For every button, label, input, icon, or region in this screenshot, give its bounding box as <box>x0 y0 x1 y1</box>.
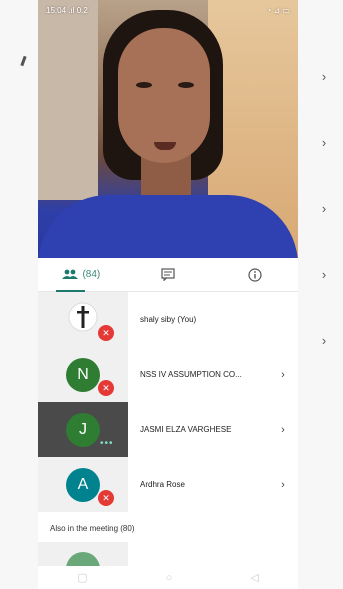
back-icon[interactable]: ◁ <box>250 571 258 584</box>
video-person-eye <box>136 82 152 88</box>
avatar <box>66 552 100 566</box>
participant-row[interactable]: A ✕ Ardhra Rose › <box>38 457 298 512</box>
chat-icon <box>161 268 175 281</box>
mic-off-icon: ✕ <box>98 380 114 396</box>
participant-row[interactable]: ✕ shaly siby (You) <box>38 292 298 347</box>
status-bar: 15:04 .ıl 0.2 ◔ ⊿ ▭ <box>38 0 298 20</box>
participant-thumbnail: A ✕ <box>38 457 128 512</box>
participant-count: (84) <box>82 269 101 280</box>
participant-row[interactable]: N ✕ NSS IV ASSUMPTION CO... › <box>38 347 298 402</box>
background-chevron-icon[interactable]: › <box>317 268 331 282</box>
status-left: 15:04 .ıl 0.2 <box>46 5 88 15</box>
tab-chat[interactable] <box>125 258 212 292</box>
people-icon <box>62 269 79 280</box>
video-feed[interactable]: 15:04 .ıl 0.2 ◔ ⊿ ▭ <box>38 0 298 258</box>
avatar: N <box>66 357 100 392</box>
tab-participants[interactable]: (84) <box>38 258 125 292</box>
participant-list: ✕ shaly siby (You) N ✕ NSS IV ASSUMPTION… <box>38 292 298 512</box>
avatar: J <box>66 412 100 447</box>
status-right: ◔ ⊿ ▭ <box>266 5 290 15</box>
system-nav-bar: ▢ ○ ◁ <box>38 566 298 589</box>
home-icon[interactable]: ○ <box>166 572 173 584</box>
chevron-right-icon[interactable]: › <box>268 479 298 491</box>
avatar: A <box>66 467 100 502</box>
participant-thumbnail: J ••• <box>38 402 128 457</box>
video-background-door <box>38 0 98 200</box>
participant-name: Ardhra Rose <box>140 480 185 489</box>
participant-row[interactable]: J ••• JASMI ELZA VARGHESE › <box>38 402 298 457</box>
background-chevron-icon[interactable]: › <box>317 334 331 348</box>
recents-icon[interactable]: ▢ <box>77 571 87 584</box>
also-in-meeting-heading: Also in the meeting (80) <box>50 524 135 533</box>
participant-name: shaly siby (You) <box>140 315 197 324</box>
participant-thumbnail: ✕ <box>38 292 128 347</box>
mic-off-icon: ✕ <box>98 325 114 341</box>
mic-off-icon: ✕ <box>98 490 114 506</box>
background-mark <box>20 55 27 67</box>
participant-thumbnail[interactable] <box>38 542 128 566</box>
tab-info[interactable] <box>211 258 298 292</box>
cross-icon <box>68 302 98 337</box>
video-person-shirt <box>38 195 298 258</box>
speaking-indicator-icon: ••• <box>100 438 114 449</box>
participant-thumbnail: N ✕ <box>38 347 128 402</box>
participant-name: NSS IV ASSUMPTION CO... <box>140 370 242 379</box>
meeting-screen: 15:04 .ıl 0.2 ◔ ⊿ ▭ (84) ✕ shaly siby (Y… <box>38 0 298 589</box>
chevron-right-icon[interactable]: › <box>268 424 298 436</box>
background-chevron-icon[interactable]: › <box>317 70 331 84</box>
background-chevron-icon[interactable]: › <box>317 136 331 150</box>
meeting-tabs: (84) <box>38 258 298 292</box>
participant-name: JASMI ELZA VARGHESE <box>140 425 232 434</box>
info-icon <box>248 267 262 282</box>
background-chevron-icon[interactable]: › <box>317 202 331 216</box>
video-person-eye <box>178 82 194 88</box>
chevron-right-icon[interactable]: › <box>268 369 298 381</box>
